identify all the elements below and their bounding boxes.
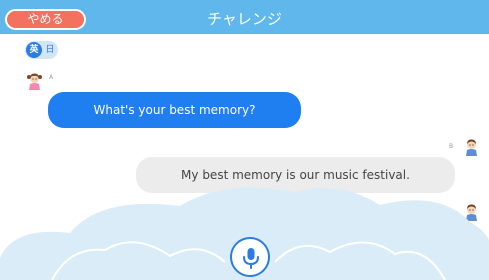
- message-bubble-b: My best memory is our music festival.: [136, 157, 455, 193]
- language-toggle[interactable]: 英 日: [25, 41, 58, 59]
- speaker-label-a: A: [49, 74, 54, 81]
- microphone-button[interactable]: [230, 237, 270, 277]
- boy-avatar-icon: [466, 204, 477, 221]
- header-bar: やめる チャレンジ: [0, 0, 489, 34]
- speaker-label-b-2: B: [449, 209, 454, 216]
- language-option-english[interactable]: 英: [26, 42, 42, 58]
- boy-avatar-icon: [466, 139, 477, 156]
- microphone-icon: [243, 248, 259, 269]
- message-bubble-a: What's your best memory?: [48, 92, 301, 128]
- page-title: チャレンジ: [207, 10, 282, 28]
- girl-avatar-icon: [27, 73, 42, 90]
- language-option-japanese[interactable]: 日: [44, 42, 56, 58]
- speaker-label-b: B: [449, 143, 454, 150]
- message-bubble-b-2: [152, 223, 455, 243]
